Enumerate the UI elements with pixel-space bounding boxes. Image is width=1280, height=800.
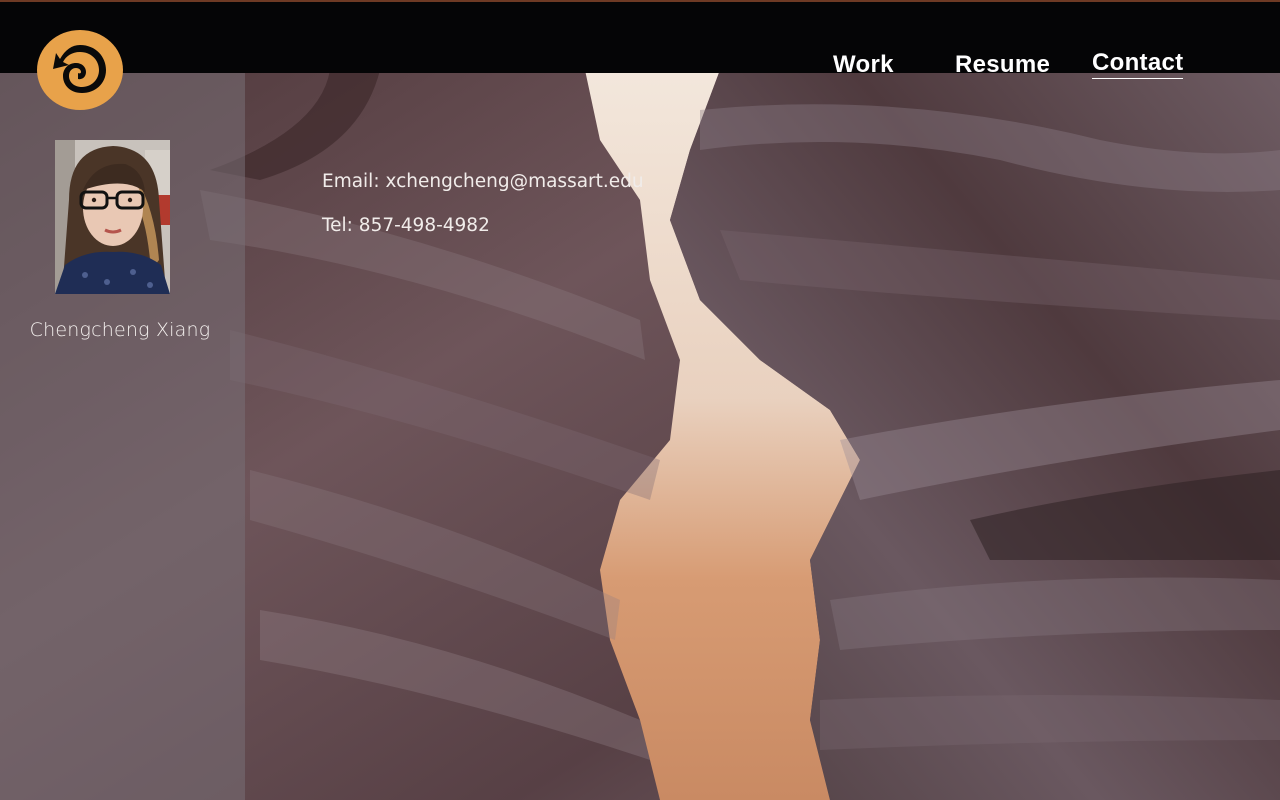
profile-name: Chengcheng Xiang [29, 319, 211, 341]
main-nav: Work Resume Contact [0, 48, 1280, 88]
nav-link-resume[interactable]: Resume [955, 48, 1050, 82]
email-label: Email: [322, 171, 386, 192]
nav-link-work[interactable]: Work [833, 48, 894, 82]
nav-link-contact[interactable]: Contact [1092, 48, 1184, 79]
profile-photo [55, 140, 170, 294]
tel-line: Tel: 857-498-4982 [322, 215, 490, 236]
email-line: Email: xchengcheng@massart.edu [322, 171, 644, 192]
tel-link[interactable]: 857-498-4982 [359, 215, 490, 236]
contact-page: Work Resume Contact Chengcheng Xiang Ema… [0, 0, 1280, 800]
profile-sidebar: Chengcheng Xiang [0, 73, 245, 800]
email-link[interactable]: xchengcheng@massart.edu [385, 171, 643, 192]
avatar [55, 140, 170, 294]
tel-label: Tel: [322, 215, 359, 236]
